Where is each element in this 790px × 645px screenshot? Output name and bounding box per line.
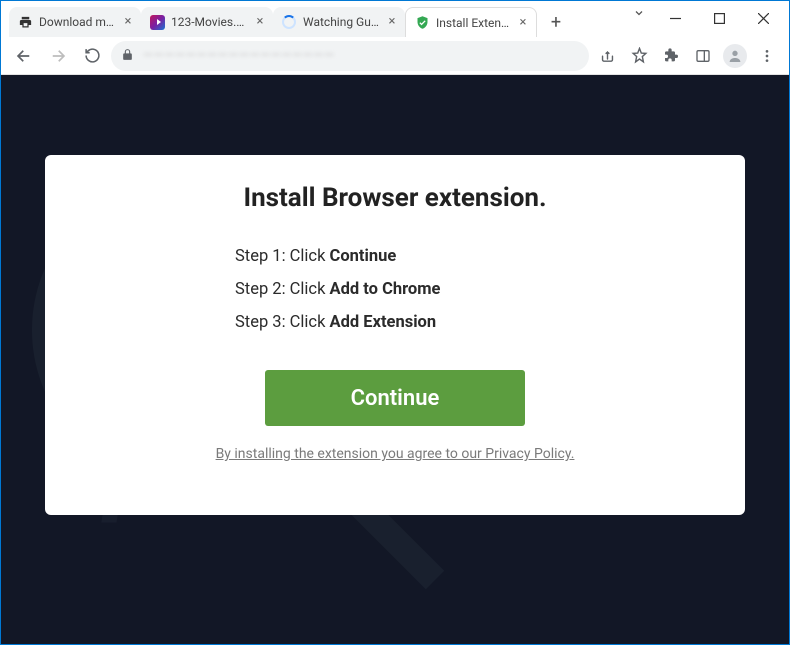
card-title: Install Browser extension. [85, 183, 705, 213]
tab-123movies[interactable]: 123-Movies.com × [141, 7, 273, 37]
side-panel-button[interactable] [689, 42, 717, 70]
movies-icon [149, 14, 165, 30]
tab-install-extension[interactable]: Install Extension × [405, 7, 537, 37]
close-icon[interactable]: × [253, 15, 267, 29]
minimize-button[interactable] [653, 3, 697, 33]
close-icon[interactable]: × [516, 16, 530, 30]
bookmark-button[interactable] [625, 42, 653, 70]
avatar-icon [723, 44, 747, 68]
maximize-button[interactable] [697, 3, 741, 33]
loading-spinner-icon [281, 14, 297, 30]
privacy-policy-link[interactable]: By installing the extension you agree to… [85, 446, 705, 462]
address-bar[interactable]: —————————————————— [111, 41, 589, 71]
tab-watching[interactable]: Watching Guille × [273, 7, 405, 37]
close-icon[interactable]: × [121, 15, 135, 29]
step-1: Step 1: Click Continue [235, 247, 705, 266]
printer-icon [17, 14, 33, 30]
tab-download-music[interactable]: Download music × [9, 7, 141, 37]
tab-label: Watching Guille [303, 15, 381, 29]
close-window-button[interactable] [741, 3, 785, 33]
tab-search-button[interactable] [625, 1, 653, 19]
install-card: Install Browser extension. Step 1: Click… [45, 155, 745, 515]
page-viewport: pcrisk.com Install Browser extension. St… [1, 75, 789, 644]
forward-button[interactable] [43, 41, 73, 71]
tab-label: Install Extension [436, 16, 512, 30]
shield-check-icon [414, 15, 430, 31]
step-2: Step 2: Click Add to Chrome [235, 280, 705, 299]
reload-button[interactable] [77, 41, 107, 71]
profile-button[interactable] [721, 42, 749, 70]
window-titlebar: Download music × 123-Movies.com × Watchi… [1, 1, 789, 37]
menu-button[interactable] [753, 42, 781, 70]
new-tab-button[interactable]: + [543, 9, 569, 35]
continue-button[interactable]: Continue [265, 370, 525, 426]
extensions-button[interactable] [657, 42, 685, 70]
tab-strip: Download music × 123-Movies.com × Watchi… [1, 1, 625, 37]
lock-icon [121, 46, 135, 65]
share-button[interactable] [593, 42, 621, 70]
step-3: Step 3: Click Add Extension [235, 313, 705, 332]
tab-label: Download music [39, 15, 117, 29]
tab-label: 123-Movies.com [171, 15, 249, 29]
back-button[interactable] [9, 41, 39, 71]
browser-toolbar: —————————————————— [1, 37, 789, 75]
close-icon[interactable]: × [385, 15, 399, 29]
url-text: —————————————————— [143, 48, 579, 63]
window-controls [653, 1, 789, 33]
steps-list: Step 1: Click Continue Step 2: Click Add… [235, 247, 705, 332]
